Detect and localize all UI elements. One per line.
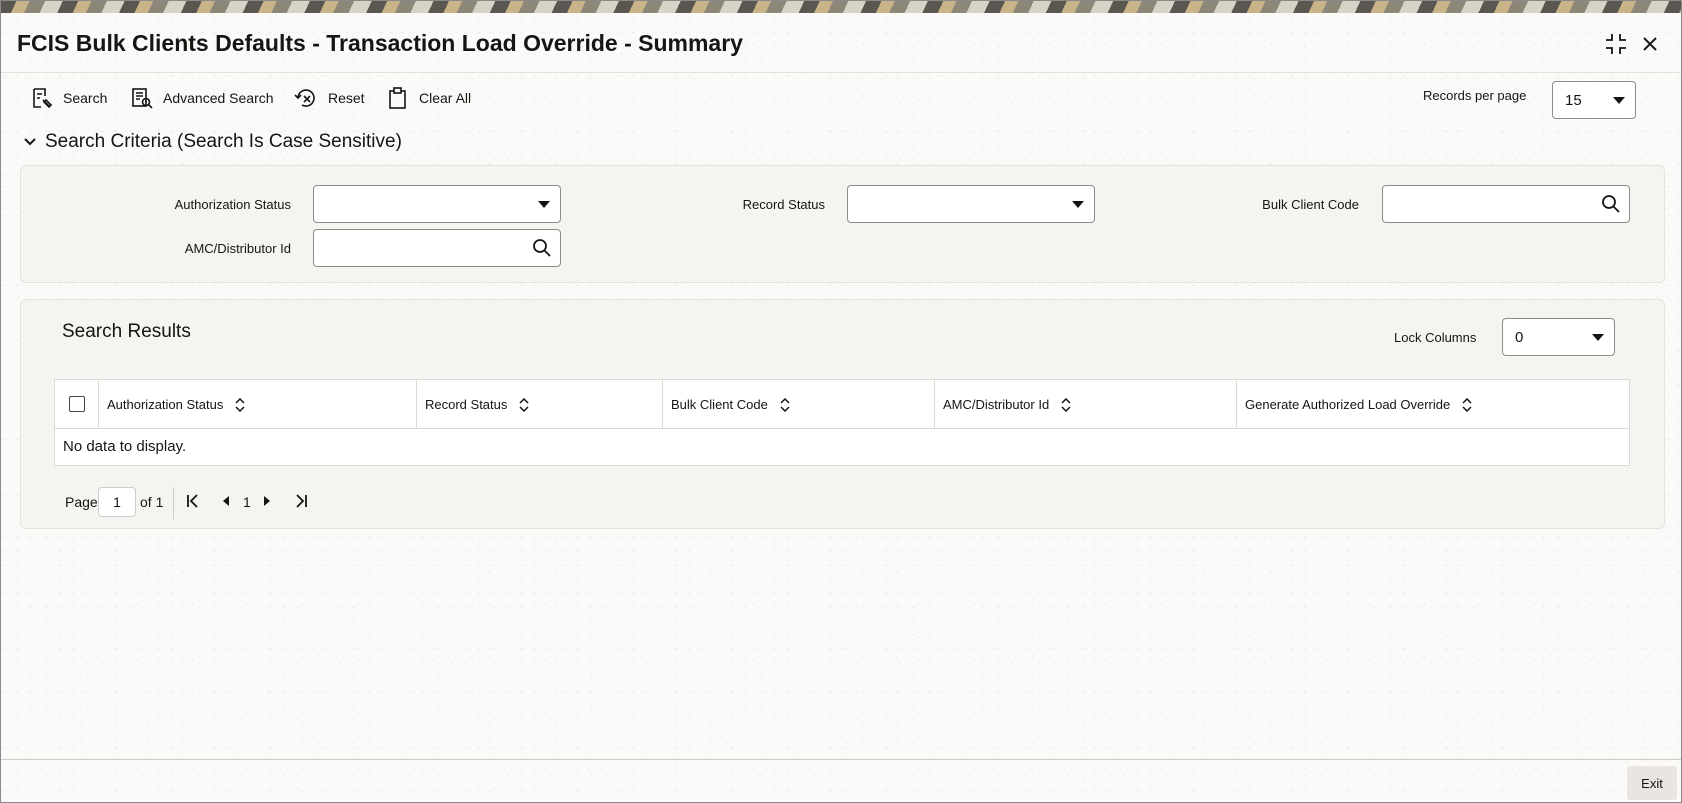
- advanced-search-icon: [132, 88, 153, 109]
- chevron-down-icon: [24, 138, 36, 146]
- maximize-button[interactable]: [1601, 29, 1631, 59]
- search-criteria-header: Search Criteria (Search Is Case Sensitiv…: [45, 131, 402, 152]
- select-all-checkbox[interactable]: [69, 396, 85, 412]
- next-page-icon[interactable]: [261, 493, 273, 509]
- search-button[interactable]: Search: [31, 85, 107, 111]
- bulk-client-code-input[interactable]: [1382, 185, 1630, 223]
- decorative-banner-strip: [1, 1, 1681, 13]
- authorization-status-label: Authorization Status: [174, 197, 291, 212]
- collapse-arrows-icon: [1606, 34, 1626, 54]
- lock-columns-select[interactable]: 0: [1502, 318, 1615, 356]
- advanced-search-button-label: Advanced Search: [163, 90, 274, 106]
- clear-all-button[interactable]: Clear All: [387, 85, 471, 111]
- last-page-icon[interactable]: [293, 493, 309, 509]
- sort-icon[interactable]: [519, 397, 529, 412]
- search-criteria-panel: [20, 165, 1665, 283]
- page-number-input[interactable]: 1: [98, 487, 136, 517]
- current-page-number[interactable]: 1: [243, 494, 251, 510]
- lock-columns-value: 0: [1515, 328, 1524, 346]
- chevron-down-icon: [1592, 334, 1604, 341]
- results-grid: Authorization Status Record Status Bulk …: [54, 379, 1630, 466]
- amc-distributor-id-input[interactable]: [313, 229, 561, 267]
- reset-button-label: Reset: [328, 90, 365, 106]
- records-per-page-label: Records per page: [1423, 88, 1527, 103]
- page-title: FCIS Bulk Clients Defaults - Transaction…: [17, 30, 743, 56]
- search-document-icon: [33, 88, 53, 109]
- column-header-bulk-client-code[interactable]: Bulk Client Code: [662, 380, 934, 429]
- chevron-down-icon: [538, 201, 550, 208]
- previous-page-icon[interactable]: [220, 493, 232, 509]
- footer-bar: Exit: [1, 759, 1681, 803]
- sort-icon[interactable]: [780, 397, 790, 412]
- pagination-divider: [173, 487, 174, 519]
- column-header-generate-authorized-load-override[interactable]: Generate Authorized Load Override: [1236, 380, 1629, 429]
- lock-columns-label: Lock Columns: [1394, 330, 1477, 345]
- search-button-label: Search: [63, 90, 108, 106]
- page-label: Page: [65, 494, 98, 510]
- record-status-label: Record Status: [742, 197, 825, 212]
- column-header-authorization-status[interactable]: Authorization Status: [98, 380, 416, 429]
- sort-icon[interactable]: [1061, 397, 1071, 412]
- first-page-icon[interactable]: [185, 493, 201, 509]
- amc-distributor-id-label: AMC/Distributor Id: [184, 241, 291, 256]
- search-icon[interactable]: [532, 238, 552, 258]
- search-criteria-toggle[interactable]: Search Criteria (Search Is Case Sensitiv…: [23, 131, 402, 153]
- sort-icon[interactable]: [235, 397, 245, 412]
- advanced-search-button[interactable]: Advanced Search: [131, 85, 274, 111]
- bulk-client-code-label: Bulk Client Code: [1262, 197, 1359, 212]
- title-bar: FCIS Bulk Clients Defaults - Transaction…: [1, 13, 1681, 73]
- sort-icon[interactable]: [1462, 397, 1472, 412]
- reset-icon: [294, 89, 315, 107]
- chevron-down-icon: [1072, 201, 1084, 208]
- records-per-page-value: 15: [1565, 91, 1582, 109]
- page-count-label: of 1: [140, 494, 164, 510]
- record-status-select[interactable]: [847, 185, 1095, 223]
- column-header-amc-distributor-id[interactable]: AMC/Distributor Id: [934, 380, 1236, 429]
- empty-results-message: No data to display.: [63, 438, 187, 455]
- search-icon[interactable]: [1601, 194, 1621, 214]
- close-button[interactable]: [1635, 29, 1665, 59]
- summary-window: FCIS Bulk Clients Defaults - Transaction…: [0, 0, 1682, 803]
- chevron-down-icon: [1613, 97, 1625, 104]
- results-grid-header: Authorization Status Record Status Bulk …: [55, 380, 1629, 429]
- clipboard-icon: [389, 87, 406, 109]
- records-per-page-select[interactable]: 15: [1552, 81, 1636, 119]
- clear-all-button-label: Clear All: [419, 90, 472, 106]
- column-header-record-status[interactable]: Record Status: [416, 380, 662, 429]
- close-icon: [1643, 37, 1657, 51]
- search-results-title: Search Results: [62, 321, 191, 342]
- exit-button[interactable]: Exit: [1627, 766, 1677, 800]
- reset-button[interactable]: Reset: [294, 85, 365, 111]
- authorization-status-select[interactable]: [313, 185, 561, 223]
